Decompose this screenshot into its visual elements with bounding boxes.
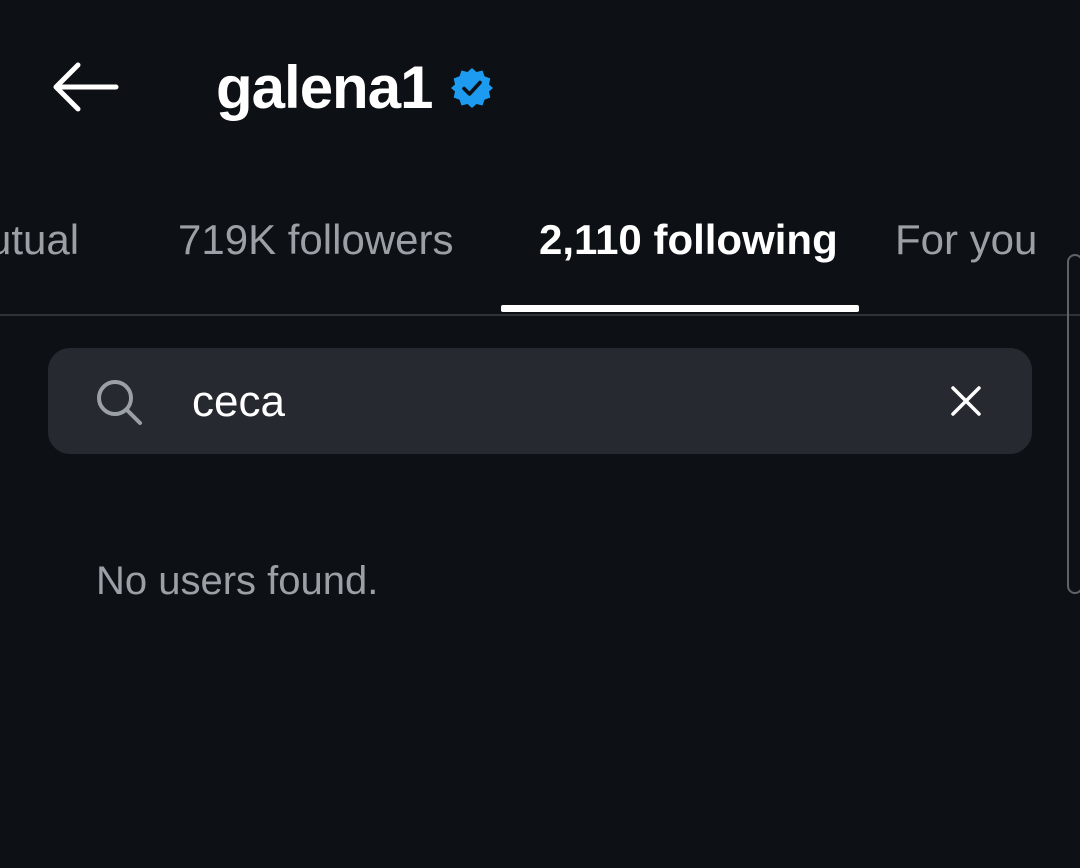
title-wrap: galena1 — [216, 48, 494, 128]
active-tab-indicator — [501, 305, 859, 312]
search-input[interactable] — [192, 372, 892, 432]
clear-search-button[interactable] — [940, 375, 992, 427]
header: galena1 — [0, 0, 1080, 170]
tab-bar: utual 719K followers 2,110 following For… — [0, 190, 1080, 316]
app-screen: galena1 utual 719K followers 2,110 follo… — [0, 0, 1080, 868]
page-title: galena1 — [216, 54, 433, 121]
empty-results-message: No users found. — [96, 559, 379, 603]
verified-badge-icon — [450, 66, 494, 110]
tab-for-you[interactable]: For you — [895, 214, 1037, 266]
tab-mutual[interactable]: utual — [0, 214, 79, 266]
scrollbar[interactable] — [1067, 254, 1080, 594]
close-icon — [951, 386, 981, 416]
tab-followers[interactable]: 719K followers — [178, 214, 453, 266]
back-button[interactable] — [40, 52, 128, 122]
search-icon — [94, 377, 144, 427]
tab-following[interactable]: 2,110 following — [539, 214, 838, 266]
arrow-left-icon — [53, 62, 119, 112]
